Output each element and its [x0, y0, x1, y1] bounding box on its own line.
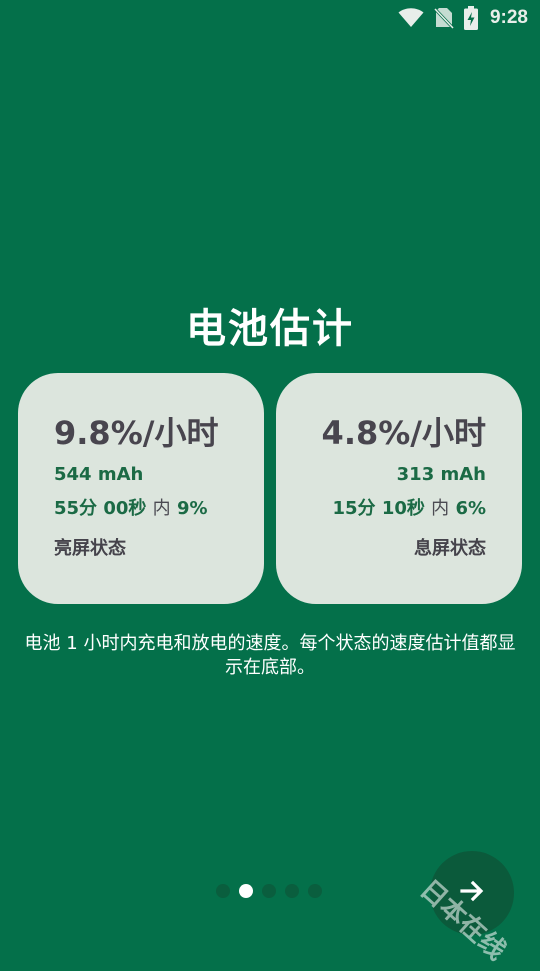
within-label: 内 [152, 498, 171, 519]
capacity-value: 313 mAh [396, 464, 486, 485]
state-label: 亮屏状态 [54, 538, 126, 559]
page-dot[interactable] [308, 884, 322, 898]
screen-off-card: 4.8%/小时 313 mAh 15分 10秒 内 6% 息屏状态 [276, 373, 522, 604]
wifi-icon [398, 8, 424, 28]
next-button[interactable] [430, 851, 514, 935]
battery-charging-icon [463, 6, 478, 30]
state-label: 息屏状态 [414, 538, 486, 559]
page-dot[interactable] [285, 884, 299, 898]
status-icons: 9:28 [398, 6, 528, 30]
page-title: 电池估计 [186, 306, 354, 352]
status-bar: 9:28 [0, 0, 540, 36]
clock: 9:28 [489, 7, 528, 28]
discharge-rate: 4.8%/小时 [321, 414, 486, 452]
description-text: 电池 1 小时内充电和放电的速度。每个状态的速度估计值都显示在底部。 [24, 633, 516, 678]
page-dot-active[interactable] [239, 884, 253, 898]
page-dot[interactable] [262, 884, 276, 898]
page-indicator [216, 884, 322, 898]
discharge-rate: 9.8%/小时 [54, 414, 219, 452]
capacity-value: 544 mAh [54, 464, 144, 485]
page-dot[interactable] [216, 884, 230, 898]
no-sim-icon [433, 7, 454, 29]
within-label: 内 [431, 498, 450, 519]
arrow-right-icon [459, 878, 485, 908]
duration-line: 55分 00秒 内 9% [54, 497, 244, 521]
percent-value: 6% [455, 498, 486, 519]
percent-value: 9% [176, 498, 208, 519]
screen-on-card: 9.8%/小时 544 mAh 55分 00秒 内 9% 亮屏状态 [18, 373, 264, 604]
duration-value: 55分 00秒 [54, 498, 147, 519]
duration-line: 15分 10秒 内 6% [296, 497, 487, 521]
duration-value: 15分 10秒 [332, 498, 425, 519]
